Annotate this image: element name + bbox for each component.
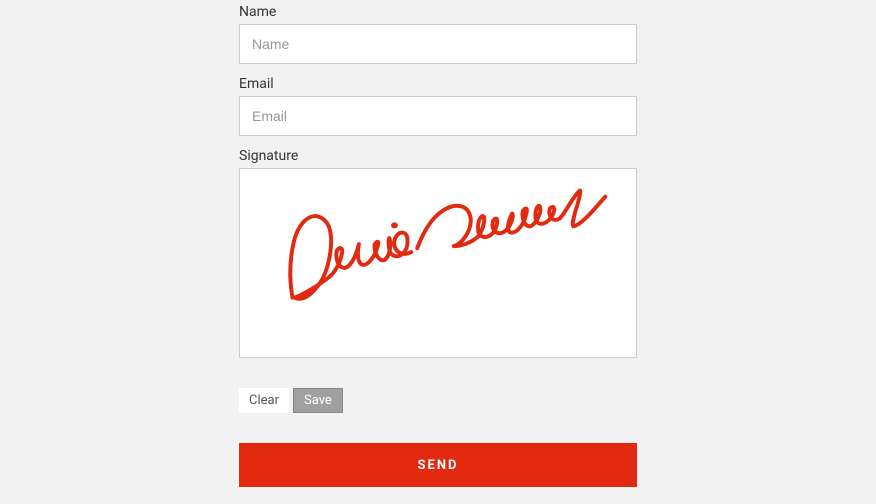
- send-button[interactable]: SEND: [239, 443, 637, 487]
- signature-drawing-icon: [240, 169, 636, 357]
- signature-group: Signature: [239, 148, 637, 358]
- email-label: Email: [239, 76, 637, 92]
- clear-button[interactable]: Clear: [239, 388, 289, 413]
- email-input[interactable]: [239, 96, 637, 136]
- name-label: Name: [239, 4, 637, 20]
- name-group: Name: [239, 4, 637, 64]
- name-input[interactable]: [239, 24, 637, 64]
- email-group: Email: [239, 76, 637, 136]
- signature-buttons: Clear Save: [239, 388, 637, 413]
- signature-label: Signature: [239, 148, 637, 164]
- save-button[interactable]: Save: [293, 388, 343, 413]
- contact-form: Name Email Signature Clear Save SEND: [239, 0, 637, 487]
- signature-canvas[interactable]: [239, 168, 637, 358]
